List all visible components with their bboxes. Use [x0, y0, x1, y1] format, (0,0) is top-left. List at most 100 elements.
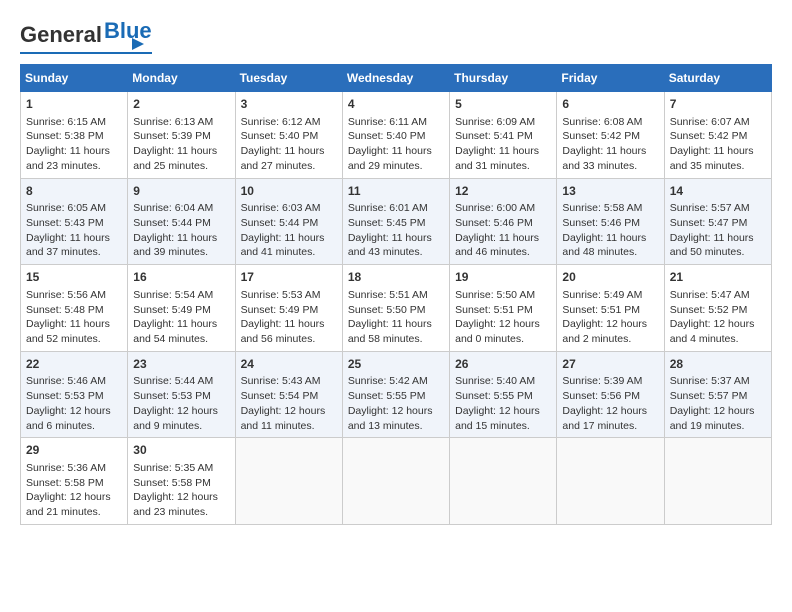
week-row-3: 22 Sunrise: 5:46 AM Sunset: 5:53 PM Dayl…	[21, 351, 772, 438]
calendar-cell: 25 Sunrise: 5:42 AM Sunset: 5:55 PM Dayl…	[342, 351, 449, 438]
day-number: 17	[241, 269, 337, 286]
sunrise-label: Sunrise: 6:08 AM	[562, 116, 642, 128]
sunset-label: Sunset: 5:45 PM	[348, 217, 426, 229]
day-number: 10	[241, 183, 337, 200]
header-day-thursday: Thursday	[450, 65, 557, 92]
day-number: 27	[562, 356, 658, 373]
daylight-label: Daylight: 11 hours and 33 minutes.	[562, 145, 646, 172]
calendar-cell	[557, 438, 664, 525]
logo: General Blue	[20, 20, 152, 54]
day-number: 24	[241, 356, 337, 373]
day-number: 2	[133, 96, 229, 113]
sunset-label: Sunset: 5:53 PM	[26, 390, 104, 402]
daylight-label: Daylight: 12 hours and 13 minutes.	[348, 405, 433, 432]
sunset-label: Sunset: 5:55 PM	[455, 390, 533, 402]
day-number: 22	[26, 356, 122, 373]
sunrise-label: Sunrise: 6:04 AM	[133, 202, 213, 214]
calendar-cell: 26 Sunrise: 5:40 AM Sunset: 5:55 PM Dayl…	[450, 351, 557, 438]
day-number: 30	[133, 442, 229, 459]
week-row-2: 15 Sunrise: 5:56 AM Sunset: 5:48 PM Dayl…	[21, 265, 772, 352]
week-row-4: 29 Sunrise: 5:36 AM Sunset: 5:58 PM Dayl…	[21, 438, 772, 525]
day-number: 23	[133, 356, 229, 373]
sunrise-label: Sunrise: 6:15 AM	[26, 116, 106, 128]
sunset-label: Sunset: 5:54 PM	[241, 390, 319, 402]
header: General Blue	[20, 20, 772, 54]
calendar-cell: 7 Sunrise: 6:07 AM Sunset: 5:42 PM Dayli…	[664, 92, 771, 179]
calendar-cell: 11 Sunrise: 6:01 AM Sunset: 5:45 PM Dayl…	[342, 178, 449, 265]
calendar-cell: 5 Sunrise: 6:09 AM Sunset: 5:41 PM Dayli…	[450, 92, 557, 179]
daylight-label: Daylight: 12 hours and 11 minutes.	[241, 405, 326, 432]
calendar-cell: 23 Sunrise: 5:44 AM Sunset: 5:53 PM Dayl…	[128, 351, 235, 438]
calendar-cell	[342, 438, 449, 525]
calendar-cell: 9 Sunrise: 6:04 AM Sunset: 5:44 PM Dayli…	[128, 178, 235, 265]
calendar-cell: 21 Sunrise: 5:47 AM Sunset: 5:52 PM Dayl…	[664, 265, 771, 352]
daylight-label: Daylight: 11 hours and 48 minutes.	[562, 232, 646, 259]
sunset-label: Sunset: 5:58 PM	[26, 477, 104, 489]
sunset-label: Sunset: 5:51 PM	[455, 304, 533, 316]
sunset-label: Sunset: 5:49 PM	[133, 304, 211, 316]
sunset-label: Sunset: 5:52 PM	[670, 304, 748, 316]
header-day-tuesday: Tuesday	[235, 65, 342, 92]
sunrise-label: Sunrise: 6:00 AM	[455, 202, 535, 214]
sunset-label: Sunset: 5:41 PM	[455, 130, 533, 142]
sunrise-label: Sunrise: 5:51 AM	[348, 289, 428, 301]
sunset-label: Sunset: 5:46 PM	[562, 217, 640, 229]
day-number: 5	[455, 96, 551, 113]
sunrise-label: Sunrise: 5:53 AM	[241, 289, 321, 301]
daylight-label: Daylight: 11 hours and 58 minutes.	[348, 318, 432, 345]
daylight-label: Daylight: 11 hours and 31 minutes.	[455, 145, 539, 172]
daylight-label: Daylight: 12 hours and 19 minutes.	[670, 405, 755, 432]
day-number: 8	[26, 183, 122, 200]
header-day-sunday: Sunday	[21, 65, 128, 92]
sunrise-label: Sunrise: 5:54 AM	[133, 289, 213, 301]
sunset-label: Sunset: 5:47 PM	[670, 217, 748, 229]
sunset-label: Sunset: 5:39 PM	[133, 130, 211, 142]
daylight-label: Daylight: 11 hours and 37 minutes.	[26, 232, 110, 259]
daylight-label: Daylight: 12 hours and 23 minutes.	[133, 491, 218, 518]
day-number: 9	[133, 183, 229, 200]
day-number: 12	[455, 183, 551, 200]
daylight-label: Daylight: 11 hours and 52 minutes.	[26, 318, 110, 345]
day-number: 15	[26, 269, 122, 286]
day-number: 16	[133, 269, 229, 286]
calendar-cell: 12 Sunrise: 6:00 AM Sunset: 5:46 PM Dayl…	[450, 178, 557, 265]
sunrise-label: Sunrise: 5:35 AM	[133, 462, 213, 474]
daylight-label: Daylight: 11 hours and 27 minutes.	[241, 145, 325, 172]
sunrise-label: Sunrise: 6:01 AM	[348, 202, 428, 214]
daylight-label: Daylight: 11 hours and 35 minutes.	[670, 145, 754, 172]
sunrise-label: Sunrise: 5:37 AM	[670, 375, 750, 387]
calendar-header-row: SundayMondayTuesdayWednesdayThursdayFrid…	[21, 65, 772, 92]
daylight-label: Daylight: 11 hours and 41 minutes.	[241, 232, 325, 259]
daylight-label: Daylight: 11 hours and 50 minutes.	[670, 232, 754, 259]
calendar-cell: 15 Sunrise: 5:56 AM Sunset: 5:48 PM Dayl…	[21, 265, 128, 352]
sunset-label: Sunset: 5:46 PM	[455, 217, 533, 229]
calendar-cell: 27 Sunrise: 5:39 AM Sunset: 5:56 PM Dayl…	[557, 351, 664, 438]
calendar-cell: 10 Sunrise: 6:03 AM Sunset: 5:44 PM Dayl…	[235, 178, 342, 265]
week-row-0: 1 Sunrise: 6:15 AM Sunset: 5:38 PM Dayli…	[21, 92, 772, 179]
sunset-label: Sunset: 5:43 PM	[26, 217, 104, 229]
day-number: 14	[670, 183, 766, 200]
week-row-1: 8 Sunrise: 6:05 AM Sunset: 5:43 PM Dayli…	[21, 178, 772, 265]
sunrise-label: Sunrise: 5:58 AM	[562, 202, 642, 214]
logo-blue: Blue	[104, 20, 152, 42]
calendar-cell: 30 Sunrise: 5:35 AM Sunset: 5:58 PM Dayl…	[128, 438, 235, 525]
daylight-label: Daylight: 11 hours and 54 minutes.	[133, 318, 217, 345]
sunset-label: Sunset: 5:42 PM	[670, 130, 748, 142]
calendar-cell: 1 Sunrise: 6:15 AM Sunset: 5:38 PM Dayli…	[21, 92, 128, 179]
sunrise-label: Sunrise: 6:11 AM	[348, 116, 427, 128]
calendar-cell: 13 Sunrise: 5:58 AM Sunset: 5:46 PM Dayl…	[557, 178, 664, 265]
sunset-label: Sunset: 5:55 PM	[348, 390, 426, 402]
day-number: 25	[348, 356, 444, 373]
header-day-friday: Friday	[557, 65, 664, 92]
day-number: 29	[26, 442, 122, 459]
daylight-label: Daylight: 12 hours and 9 minutes.	[133, 405, 218, 432]
header-day-wednesday: Wednesday	[342, 65, 449, 92]
day-number: 3	[241, 96, 337, 113]
calendar-cell	[235, 438, 342, 525]
sunrise-label: Sunrise: 5:47 AM	[670, 289, 750, 301]
sunrise-label: Sunrise: 5:50 AM	[455, 289, 535, 301]
calendar-cell: 19 Sunrise: 5:50 AM Sunset: 5:51 PM Dayl…	[450, 265, 557, 352]
calendar-cell: 20 Sunrise: 5:49 AM Sunset: 5:51 PM Dayl…	[557, 265, 664, 352]
daylight-label: Daylight: 12 hours and 4 minutes.	[670, 318, 755, 345]
daylight-label: Daylight: 11 hours and 39 minutes.	[133, 232, 217, 259]
